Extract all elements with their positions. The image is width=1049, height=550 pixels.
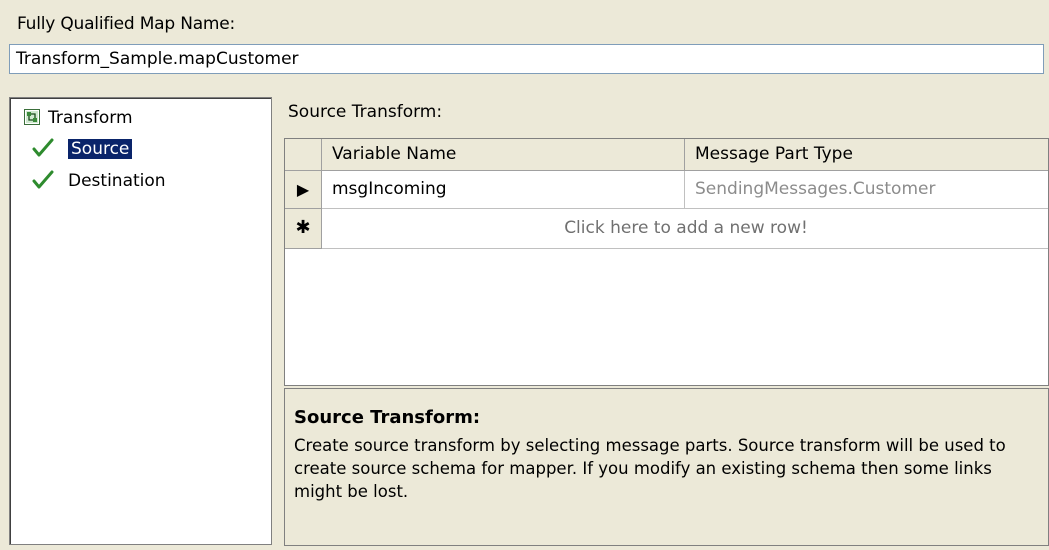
cell-message-part-type[interactable]: SendingMessages.Customer — [685, 171, 1048, 209]
column-header-variable-name[interactable]: Variable Name — [322, 139, 685, 171]
tree-node-destination[interactable]: Destination — [32, 169, 166, 193]
source-transform-label: Source Transform: — [288, 102, 443, 122]
current-row-indicator[interactable]: ▶ — [285, 171, 322, 209]
transform-icon — [24, 108, 40, 125]
help-text: Create source transform by selecting mes… — [294, 436, 1006, 501]
checkmark-icon — [32, 170, 54, 190]
tree-node-source[interactable]: Source — [32, 137, 133, 161]
new-row-indicator[interactable]: ✱ — [285, 209, 322, 249]
tree-node-source-label: Source — [68, 139, 133, 159]
checkmark-icon — [32, 138, 54, 158]
help-title: Source Transform: — [294, 407, 481, 428]
source-transform-grid[interactable]: Variable Name Message Part Type ▶ msgInc… — [284, 138, 1049, 386]
map-name-label: Fully Qualified Map Name: — [17, 14, 236, 34]
help-panel: Source Transform: Create source transfor… — [284, 388, 1049, 546]
tree-node-transform-label: Transform — [48, 108, 133, 128]
column-header-message-part-type[interactable]: Message Part Type — [685, 139, 1048, 171]
tree-node-transform[interactable]: Transform — [24, 106, 133, 130]
cell-variable-name[interactable]: msgIncoming — [322, 171, 685, 209]
add-new-row[interactable]: Click here to add a new row! — [322, 209, 1048, 249]
grid-corner-header — [285, 139, 322, 171]
transform-tree[interactable]: Transform Source Destination — [9, 97, 272, 545]
tree-node-destination-label: Destination — [68, 171, 166, 191]
map-name-field[interactable]: Transform_Sample.mapCustomer — [9, 44, 1044, 74]
